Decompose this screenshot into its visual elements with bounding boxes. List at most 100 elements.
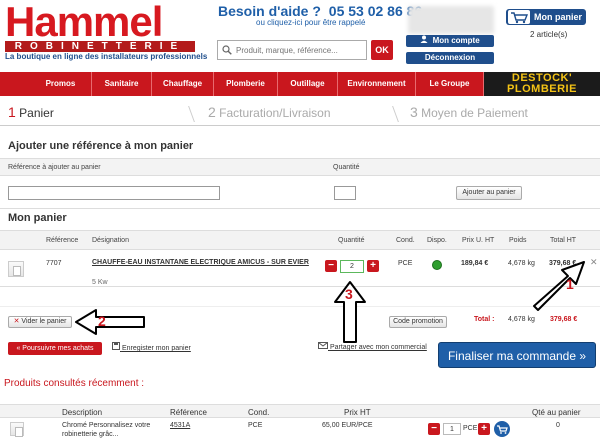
col-reference: Référence (46, 237, 79, 244)
save-cart-link[interactable]: Enregister mon panier (112, 342, 191, 352)
logout-button[interactable]: Déconnexion (406, 52, 494, 64)
row-prix: 65,00 EUR/PCE (322, 422, 373, 429)
col-prix: Prix HT (344, 408, 371, 417)
account-button[interactable]: Mon compte (406, 35, 494, 47)
nav-item-promos[interactable]: Promos (30, 72, 92, 96)
step-number: 2 (208, 104, 216, 120)
qty-increase-button[interactable]: + (478, 423, 490, 435)
search-input[interactable] (218, 41, 366, 59)
promo-code-button[interactable]: Code promotion (389, 316, 447, 328)
remove-item-icon[interactable]: ✕ (590, 257, 598, 268)
cart-row: 7707 CHAUFFE-EAU INSTANTANE ELECTRIQUE A… (0, 251, 600, 287)
mail-icon (318, 342, 330, 351)
nav-item-le-groupe[interactable]: Le Groupe (416, 72, 484, 96)
annotation-number-1: 1 (566, 276, 574, 292)
recently-viewed-header: Description Référence Cond. Prix HT Qté … (0, 404, 600, 418)
search-icon (222, 45, 232, 57)
divider (0, 306, 600, 307)
product-thumbnail[interactable] (10, 422, 24, 437)
nav-item-chauffage[interactable]: Chauffage (152, 72, 214, 96)
row-description-line2: robinetterie grâc... (62, 431, 119, 438)
step-label: Panier (19, 106, 54, 120)
col-dispo: Dispo. (427, 237, 447, 244)
row-designation-sub: 5 Kw (92, 279, 108, 286)
continue-shopping-button[interactable]: « Poursuivre mes achats (8, 342, 102, 355)
account-button-label: Mon compte (432, 36, 480, 46)
nav-item-environnement[interactable]: Environnement (338, 72, 416, 96)
col-designation: Désignation (92, 237, 129, 244)
step-label: Moyen de Paiement (421, 106, 528, 120)
step-facturation: 2 Facturation/Livraison (208, 104, 331, 120)
cart-count: 2 article(s) (530, 30, 568, 39)
col-quantite: Quantité (338, 237, 365, 244)
tagline: La boutique en ligne des installateurs p… (5, 52, 208, 61)
row-prix: 189,84 € (461, 260, 489, 267)
availability-dot (432, 260, 442, 270)
step-separator (387, 106, 399, 122)
hammel-logo[interactable]: Hammel ROBINETTERIE (5, 0, 195, 52)
logo-wordmark: Hammel (5, 0, 163, 45)
row-stock: 0 (556, 422, 560, 429)
reference-qty-input[interactable] (334, 186, 356, 200)
share-cart-label: Partager avec mon commercial (329, 344, 427, 351)
step-separator (183, 106, 195, 122)
row-reference: 7707 (46, 260, 62, 267)
row-description-line1: Chromé Personnalisez votre (62, 422, 151, 429)
save-icon (112, 342, 122, 352)
qty-decrease-button[interactable]: − (325, 260, 337, 272)
total-weight: 4,678 kg (508, 316, 535, 323)
row-description: Chromé Personnalisez votre robinetterie … (62, 421, 150, 439)
destock-line2: PLOMBERIE (507, 83, 577, 95)
col-prix: Prix U. HT (462, 237, 495, 244)
help-label: Besoin d'aide ? (218, 3, 321, 19)
qty-field[interactable]: 2 (340, 260, 364, 273)
step-number: 3 (410, 104, 418, 120)
row-designation-link[interactable]: CHAUFFE-EAU INSTANTANE ELECTRIQUE AMICUS… (92, 258, 312, 267)
callback-link[interactable]: ou cliquez-ici pour être rappelé (256, 18, 365, 27)
search-button[interactable]: OK (371, 40, 393, 60)
step-label: Facturation/Livraison (219, 106, 331, 120)
row-cond: PCE (398, 260, 413, 267)
annotation-number-3: 3 (345, 286, 353, 302)
save-cart-label: Enregister mon panier (121, 345, 191, 352)
recently-viewed-row: Chromé Personnalisez votre robinetterie … (0, 419, 600, 440)
col-total: Total HT (550, 237, 577, 244)
qty-field[interactable]: 1 (443, 423, 461, 435)
total-label: Total : (474, 316, 495, 323)
step-paiement: 3 Moyen de Paiement (410, 104, 528, 120)
product-thumbnail[interactable] (8, 261, 24, 277)
row-reference-link[interactable]: 4531A (170, 422, 190, 429)
reference-input[interactable] (8, 186, 220, 200)
empty-cart-button[interactable]: ✕ Vider le panier (8, 316, 72, 328)
cart-button-label: Mon panier (534, 12, 583, 22)
empty-cart-label: Vider le panier (21, 318, 67, 325)
col-poids: Poids (509, 237, 527, 244)
total-ht: 379,68 € (550, 316, 578, 323)
row-cond: PCE (248, 422, 263, 429)
nav-item-sanitaire[interactable]: Sanitaire (92, 72, 152, 96)
col-cond: Cond. (248, 408, 270, 417)
add-to-cart-round-button[interactable] (494, 421, 510, 437)
row-unit: PCE (463, 425, 478, 432)
checkout-button[interactable]: Finaliser ma commande » (438, 342, 596, 368)
checkout-steps: 1 Panier 2 Facturation/Livraison 3 Moyen… (0, 104, 600, 126)
close-icon: ✕ (13, 318, 20, 325)
nav-item-outillage[interactable]: Outillage (278, 72, 338, 96)
qty-decrease-button[interactable]: − (428, 423, 440, 435)
add-to-cart-button[interactable]: Ajouter au panier (456, 186, 522, 200)
step-number: 1 (8, 104, 16, 120)
nav-item-plomberie[interactable]: Plomberie (214, 72, 278, 96)
annotation-arrow-2 (75, 309, 145, 335)
add-ref-title: Ajouter une référence à mon panier (8, 140, 194, 152)
qty-increase-button[interactable]: + (367, 260, 379, 272)
col-qty-label: Quantité (333, 164, 360, 171)
cart-button[interactable]: Mon panier (506, 9, 586, 25)
cart-table-header: Référence Désignation Quantité Cond. Dis… (0, 230, 600, 250)
annotation-arrow-1 (533, 261, 585, 311)
search-box (217, 40, 367, 60)
recently-viewed-title: Produits consultés récemment : (4, 378, 145, 389)
destock-banner[interactable]: DESTOCK' PLOMBERIE (484, 72, 600, 96)
col-description: Description (62, 408, 103, 417)
col-qty: Qté au panier (532, 408, 581, 417)
cart-icon (497, 425, 508, 434)
